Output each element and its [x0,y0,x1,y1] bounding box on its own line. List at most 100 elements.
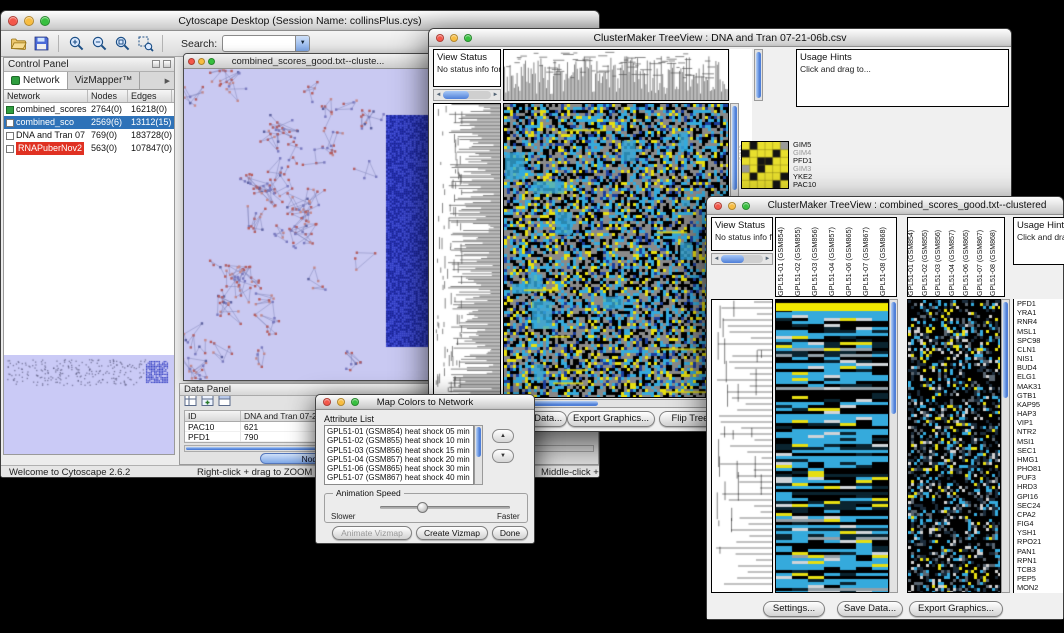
network-canvas[interactable] [184,69,432,380]
move-up-button[interactable]: ▲ [492,429,514,443]
tab-vizmapper[interactable]: VizMapper™ [68,72,141,89]
treeview-button[interactable]: Export Graphics... [909,601,1003,617]
tab-overflow-arrow[interactable]: ▶ [161,72,174,89]
status-hint-zoom: Right-click + drag to ZOOM [197,467,312,478]
column-label: GPL51-06 (GSM865) [844,218,861,296]
network-name-cell: combined_scores [4,103,88,116]
create-vizmap-button[interactable]: Create Vizmap [416,526,488,540]
zoom-fit-icon[interactable] [113,35,131,53]
scroll-thumb[interactable] [891,302,896,414]
minimize-button[interactable] [450,34,458,42]
treeview-button[interactable]: Export Graphics... [567,411,655,427]
faster-label: Faster [497,512,520,521]
attribute-item[interactable]: GPL51-07 (GSM867) heat shock 40 min [327,473,473,482]
treeview-button[interactable]: Settings... [763,601,825,617]
attribute-list-label: Attribute List [324,414,374,424]
float-panel-icon[interactable] [152,60,160,68]
dialog-titlebar[interactable]: Map Colors to Network [316,395,534,410]
scroll-left-icon[interactable]: ◄ [434,92,443,98]
minimize-button[interactable] [24,16,34,26]
scroll-thumb[interactable] [443,91,469,99]
zoom-selected-icon[interactable] [136,35,154,53]
zoom-button[interactable] [351,398,359,406]
done-button[interactable]: Done [492,526,528,540]
save-session-icon[interactable] [32,35,50,53]
animate-vizmap-button[interactable]: Animate Vizmap [332,526,412,540]
maximize-icon[interactable] [208,58,215,65]
column-header-edges[interactable]: Edges [128,90,172,102]
open-session-icon[interactable] [9,35,27,53]
attribute-list[interactable]: GPL51-01 (GSM854) heat shock 05 minGPL51… [324,425,474,485]
close-button[interactable] [8,16,18,26]
animation-speed-group: Animation Speed Slower Faster [324,493,528,523]
network-frame-titlebar[interactable]: combined_scores_good.txt--cluste... [184,54,432,69]
usage-hints-panel: Usage Hints Click and drag to... [796,49,1009,107]
column-header-network[interactable]: Network [4,90,88,102]
heatmap-canvas[interactable] [908,300,1000,592]
zoom-in-icon[interactable] [67,35,85,53]
scroll-thumb[interactable] [732,106,737,190]
zoom-button[interactable] [742,202,750,210]
heatmap-right-vscrollbar[interactable] [1001,299,1010,593]
mini-scrollbar[interactable]: ◄ ► [711,253,773,265]
search-combobox[interactable]: ▼ [222,35,310,52]
minimize-button[interactable] [337,398,345,406]
status-hint-pan: Middle-click + drag to PAN [541,467,599,478]
treeview1-titlebar[interactable]: ClusterMaker TreeView : DNA and Tran 07-… [429,29,1011,47]
treeview-button[interactable]: Save Data... [837,601,903,617]
close-button[interactable] [714,202,722,210]
network-name-cell: combined_sco [4,116,88,129]
speed-slider-track[interactable] [380,506,510,509]
zoom-out-icon[interactable] [90,35,108,53]
attribute-item[interactable]: GPL51-01 (GSM854) heat shock 05 min [327,427,473,436]
attribute-list-vscrollbar[interactable] [474,425,483,485]
network-row[interactable]: DNA and Tran 07769(0)183728(0) [4,129,174,142]
scroll-right-icon[interactable]: ► [491,92,500,98]
close-panel-icon[interactable] [163,60,171,68]
scroll-right-icon[interactable]: ► [763,256,772,262]
network-row[interactable]: combined_scores2764(0)16218(0) [4,103,174,116]
close-icon[interactable] [188,58,195,65]
network-overview-canvas[interactable] [4,355,174,454]
close-button[interactable] [436,34,444,42]
speed-slider-thumb[interactable] [417,502,428,513]
column-header-nodes[interactable]: Nodes [88,90,128,102]
tab-network[interactable]: Network [4,72,68,89]
scroll-track[interactable] [443,91,491,99]
label-vscrollbar[interactable] [754,49,763,101]
heatmap-left-vscrollbar[interactable] [889,299,898,593]
network-row[interactable]: combined_sco2569(6)13112(15) [4,116,174,129]
heatmap-hscrollbar[interactable] [503,399,729,408]
move-down-button[interactable]: ▼ [492,449,514,463]
attribute-item[interactable]: GPL51-02 (GSM855) heat shock 10 min [327,436,473,445]
column-label: GPL51-03 (GSM856) [935,218,949,296]
minimize-button[interactable] [728,202,736,210]
attribute-item[interactable]: GPL51-04 (GSM857) heat shock 20 min [327,455,473,464]
gene-label: HRD3 [1017,483,1063,490]
scroll-thumb[interactable] [756,52,761,98]
row-dendrogram-canvas[interactable] [434,104,500,406]
heatmap-canvas[interactable] [504,104,728,397]
network-row[interactable]: RNAPuberNov2563(0)107847(0) [4,142,174,155]
mini-scrollbar[interactable]: ◄ ► [433,89,501,101]
minimize-icon[interactable] [198,58,205,65]
scroll-track[interactable] [721,255,763,263]
close-button[interactable] [323,398,331,406]
zoom-button[interactable] [464,34,472,42]
scroll-thumb[interactable] [476,427,481,457]
scroll-thumb[interactable] [721,255,744,263]
attribute-item[interactable]: GPL51-03 (GSM856) heat shock 15 min [327,446,473,455]
heatmap-canvas[interactable] [776,300,888,592]
network-view-frame[interactable]: combined_scores_good.txt--cluste... [183,53,433,381]
zoom-button[interactable] [40,16,50,26]
column-dendrogram-canvas[interactable] [504,50,728,100]
row-dendrogram-canvas[interactable] [712,300,772,592]
column-label: GPL51-08 (GSM868) [990,218,1004,296]
attribute-item[interactable]: GPL51-06 (GSM865) heat shock 30 min [327,464,473,473]
scroll-left-icon[interactable]: ◄ [712,256,721,262]
attribute-item[interactable]: GPL51-08 (GSM868) heat shock 60 min [327,483,473,485]
column-header-id[interactable]: ID [185,411,241,421]
summary-heatmap-canvas[interactable] [742,142,788,188]
treeview2-titlebar[interactable]: ClusterMaker TreeView : combined_scores_… [707,197,1063,215]
scroll-thumb[interactable] [1003,302,1008,398]
